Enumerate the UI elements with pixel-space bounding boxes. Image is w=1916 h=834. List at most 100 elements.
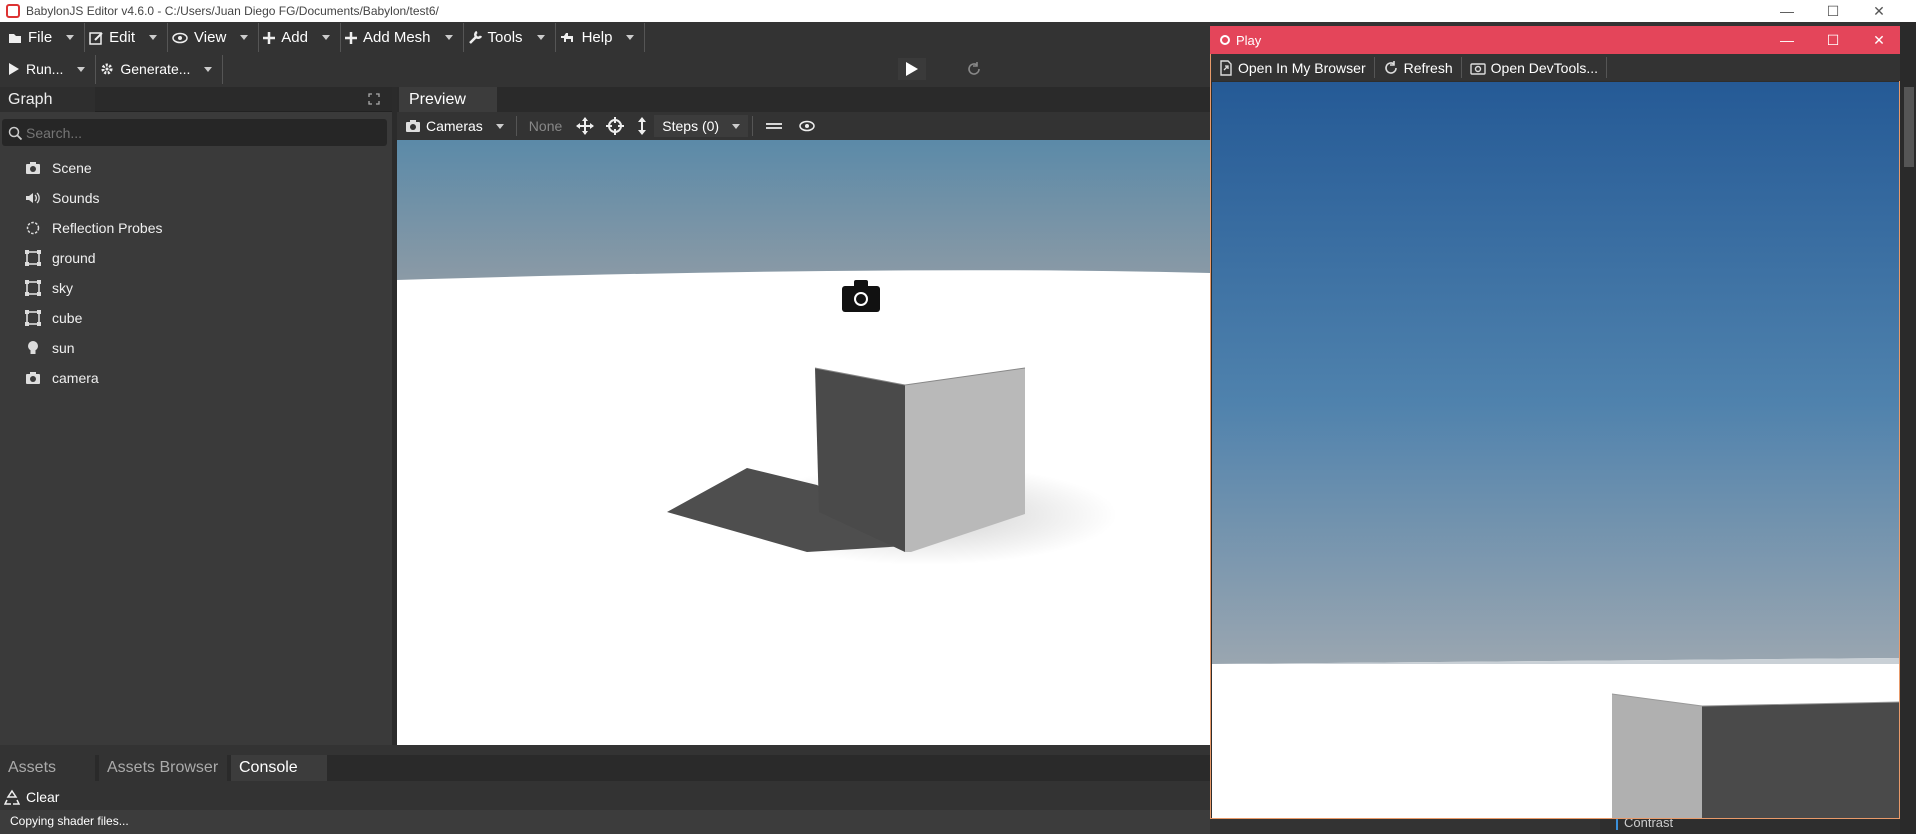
play-window-title: Play (1236, 32, 1262, 48)
tree-item-camera[interactable]: camera (24, 366, 99, 390)
move-icon (576, 117, 595, 135)
babylon-logo-icon (6, 4, 20, 18)
menu-help[interactable]: Help (556, 23, 646, 52)
scene-viewport[interactable] (397, 140, 1210, 745)
menu-view[interactable]: View (168, 23, 260, 52)
restart-button[interactable] (960, 58, 988, 80)
lines-icon (766, 123, 783, 129)
scale-gizmo-button[interactable] (630, 115, 654, 137)
menu-add-mesh[interactable]: Add Mesh (341, 23, 464, 52)
tree-item-sun[interactable]: sun (24, 336, 75, 360)
plus-icon (263, 31, 276, 44)
run-label: Run... (26, 61, 64, 77)
menu-tools[interactable]: Tools (464, 23, 556, 52)
preview-toolbar: Cameras None Steps (0) (397, 112, 1210, 140)
eye-icon (799, 120, 815, 132)
play-close-icon[interactable]: ✕ (1856, 26, 1902, 54)
wrench-icon (468, 30, 482, 44)
maximize-icon[interactable]: ☐ (1810, 0, 1856, 22)
scene-render (397, 140, 1210, 745)
edit-icon (89, 31, 103, 45)
console-line: Copying shader files... (10, 814, 129, 828)
preview-header (397, 87, 1210, 112)
camera-gizmo-icon[interactable] (842, 280, 880, 312)
tree-item-label: Scene (52, 160, 92, 176)
tab-console[interactable]: Console (231, 755, 327, 781)
secondary-toolbar: Run... Generate... (0, 53, 1210, 85)
graph-tab[interactable]: Graph (0, 87, 95, 112)
camera-icon (406, 120, 420, 132)
refresh-button[interactable]: Refresh (1375, 57, 1462, 78)
play-toolbar: Open In My Browser Refresh Open DevTools… (1211, 54, 1900, 81)
camera-icon (24, 159, 42, 177)
tree-item-sky[interactable]: sky (24, 276, 73, 300)
play-maximize-icon[interactable]: ☐ (1810, 26, 1856, 54)
rotate-gizmo-button[interactable] (600, 115, 630, 137)
clear-label: Clear (26, 788, 60, 805)
steps-dropdown[interactable]: Steps (0) (654, 115, 749, 137)
light-bulb-icon (24, 339, 42, 357)
graph-search[interactable] (2, 119, 387, 146)
close-icon[interactable]: ✕ (1856, 0, 1902, 22)
menu-edit[interactable]: Edit (85, 23, 169, 52)
refresh-icon (968, 62, 980, 75)
menu-add[interactable]: Add (259, 23, 341, 52)
tree-item-reflection-probes[interactable]: Reflection Probes (24, 216, 163, 240)
search-input[interactable] (26, 124, 366, 141)
open-devtools-button[interactable]: Open DevTools... (1462, 57, 1608, 78)
tree-item-label: Reflection Probes (52, 220, 163, 236)
play-viewport[interactable] (1212, 82, 1899, 818)
game-render (1212, 82, 1899, 818)
tab-assets[interactable]: Assets (0, 755, 95, 781)
run-button[interactable]: Run... (4, 54, 97, 84)
gizmo-none-button[interactable]: None (521, 115, 570, 137)
inspector-scrollbar[interactable] (1900, 22, 1916, 834)
dog-icon (560, 32, 573, 42)
file-icon (9, 33, 21, 43)
babylon-logo-icon (1220, 35, 1230, 45)
clear-button[interactable]: Clear (4, 789, 59, 805)
menu-help-label: Help (581, 29, 613, 46)
mesh-icon (24, 279, 42, 297)
window-titlebar: BabylonJS Editor v4.6.0 - C:/Users/Juan … (0, 0, 1916, 22)
crosshair-icon (606, 117, 625, 135)
play-minimize-icon[interactable]: — (1764, 26, 1810, 54)
play-icon (9, 63, 19, 75)
menu-file[interactable]: File (4, 23, 86, 52)
eye-icon (172, 32, 188, 43)
recycle-icon (4, 789, 20, 805)
generate-button[interactable]: Generate... (96, 54, 224, 84)
console-toolbar: Clear (0, 783, 1210, 810)
tree-item-sounds[interactable]: Sounds (24, 186, 99, 210)
tab-assets-browser[interactable]: Assets Browser (99, 755, 227, 781)
open-in-browser-button[interactable]: Open In My Browser (1211, 57, 1375, 78)
gizmo-none-label: None (528, 118, 563, 134)
move-gizmo-button[interactable] (570, 115, 600, 137)
tree-item-label: ground (52, 250, 96, 266)
minimize-icon[interactable]: — (1764, 0, 1810, 22)
search-icon (8, 126, 22, 140)
menu-add-mesh-label: Add Mesh (362, 29, 431, 46)
bottom-tabs: Assets Assets Browser Console (0, 755, 1210, 781)
play-scene-button[interactable] (898, 58, 926, 80)
grid-toggle-button[interactable] (757, 115, 791, 137)
menu-view-label: View (194, 29, 227, 46)
tree-item-scene[interactable]: Scene (24, 156, 92, 180)
refresh-label: Refresh (1403, 59, 1453, 76)
menu-edit-label: Edit (109, 29, 136, 46)
visibility-toggle-button[interactable] (791, 115, 823, 137)
mesh-icon (24, 309, 42, 327)
cameras-dropdown[interactable]: Cameras (397, 115, 512, 137)
menu-file-label: File (28, 29, 53, 46)
tab-preview[interactable]: Preview (399, 87, 497, 112)
tree-item-ground[interactable]: ground (24, 246, 96, 270)
generate-label: Generate... (120, 61, 191, 77)
menu-add-label: Add (281, 29, 308, 46)
open-devtools-label: Open DevTools... (1490, 59, 1599, 76)
tree-item-label: camera (52, 370, 99, 386)
window-title: BabylonJS Editor v4.6.0 - C:/Users/Juan … (26, 4, 439, 18)
tree-item-cube[interactable]: cube (24, 306, 82, 330)
mesh-icon (24, 249, 42, 267)
open-in-browser-label: Open In My Browser (1238, 59, 1366, 76)
expand-icon[interactable] (368, 93, 380, 105)
